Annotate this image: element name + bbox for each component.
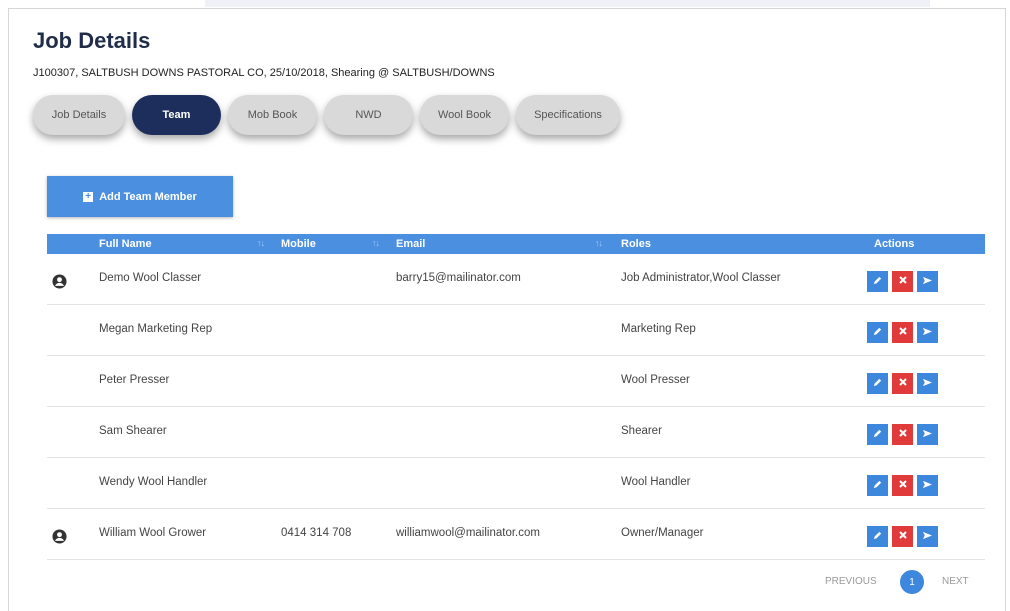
cell-full-name: Megan Marketing Rep xyxy=(99,323,213,335)
cell-full-name: Demo Wool Classer xyxy=(99,272,202,284)
row-actions xyxy=(867,271,938,292)
close-icon xyxy=(898,428,908,441)
user-circle-icon xyxy=(52,529,67,544)
pencil-icon xyxy=(872,530,883,544)
row-actions xyxy=(867,424,938,445)
edit-button[interactable] xyxy=(867,271,888,292)
cell-roles: Wool Handler xyxy=(621,476,691,488)
pencil-icon xyxy=(872,377,883,391)
tab-nwd[interactable]: NWD xyxy=(324,95,413,135)
edit-button[interactable] xyxy=(867,373,888,394)
table-header: Full Name ↑↓ Mobile ↑↓ Email ↑↓ Roles Ac… xyxy=(47,234,985,254)
sort-icon[interactable]: ↑↓ xyxy=(595,238,603,248)
pencil-icon xyxy=(872,326,883,340)
add-team-member-button[interactable]: + Add Team Member xyxy=(47,176,233,217)
edit-button[interactable] xyxy=(867,526,888,547)
pencil-icon xyxy=(872,479,883,493)
cell-full-name: Peter Presser xyxy=(99,374,170,386)
send-invite-button[interactable] xyxy=(917,475,938,496)
send-invite-button[interactable] xyxy=(917,373,938,394)
pencil-icon xyxy=(872,275,883,289)
pagination: PREVIOUS 1 NEXT xyxy=(825,570,985,594)
table-row: William Wool Grower 0414 314 708 williamwo… xyxy=(47,509,985,560)
sort-icon[interactable]: ↑↓ xyxy=(257,238,265,248)
send-icon xyxy=(922,479,933,493)
table-row: Demo Wool Classer barry15@mailinator.com J… xyxy=(47,254,985,305)
edit-button[interactable] xyxy=(867,322,888,343)
header-full-name[interactable]: Full Name xyxy=(99,238,152,250)
send-invite-button[interactable] xyxy=(917,322,938,343)
tab-job-details[interactable]: Job Details xyxy=(33,95,125,135)
close-icon xyxy=(898,377,908,390)
delete-button[interactable] xyxy=(892,271,913,292)
job-summary: J100307, SALTBUSH DOWNS PASTORAL CO, 25/… xyxy=(33,67,495,79)
page-title: Job Details xyxy=(33,28,151,53)
cell-roles: Shearer xyxy=(621,425,662,437)
row-actions xyxy=(867,322,938,343)
cell-email: barry15@mailinator.com xyxy=(396,272,521,284)
header-mobile[interactable]: Mobile xyxy=(281,238,316,250)
edit-button[interactable] xyxy=(867,424,888,445)
send-icon xyxy=(922,275,933,289)
previous-page-link[interactable]: PREVIOUS xyxy=(825,576,877,587)
cell-roles: Owner/Manager xyxy=(621,527,704,539)
table-row: Megan Marketing Rep Marketing Rep xyxy=(47,305,985,356)
close-icon xyxy=(898,530,908,543)
send-invite-button[interactable] xyxy=(917,526,938,547)
send-icon xyxy=(922,326,933,340)
row-actions xyxy=(867,475,938,496)
row-actions xyxy=(867,373,938,394)
header-actions: Actions xyxy=(874,238,915,250)
delete-button[interactable] xyxy=(892,424,913,445)
pencil-icon xyxy=(872,428,883,442)
header-roles[interactable]: Roles xyxy=(621,238,651,250)
send-icon xyxy=(922,428,933,442)
table-row: Wendy Wool Handler Wool Handler xyxy=(47,458,985,509)
delete-button[interactable] xyxy=(892,322,913,343)
close-icon xyxy=(898,275,908,288)
header-email[interactable]: Email xyxy=(396,238,425,250)
page-number-button[interactable]: 1 xyxy=(900,570,924,594)
cell-roles: Marketing Rep xyxy=(621,323,696,335)
cell-roles: Wool Presser xyxy=(621,374,690,386)
row-actions xyxy=(867,526,938,547)
delete-button[interactable] xyxy=(892,475,913,496)
team-table-body: Demo Wool Classer barry15@mailinator.com J… xyxy=(47,254,985,560)
add-team-member-label: Add Team Member xyxy=(99,190,197,203)
delete-button[interactable] xyxy=(892,526,913,547)
cell-mobile: 0414 314 708 xyxy=(281,527,352,539)
cell-full-name: Sam Shearer xyxy=(99,425,167,437)
sort-icon[interactable]: ↑↓ xyxy=(372,238,380,248)
tab-wool-book[interactable]: Wool Book xyxy=(420,95,509,135)
send-invite-button[interactable] xyxy=(917,271,938,292)
delete-button[interactable] xyxy=(892,373,913,394)
send-invite-button[interactable] xyxy=(917,424,938,445)
tab-mob-book[interactable]: Mob Book xyxy=(228,95,317,135)
cell-email: williamwool@mailinator.com xyxy=(396,527,540,539)
top-strip xyxy=(0,0,1010,8)
send-icon xyxy=(922,377,933,391)
send-icon xyxy=(922,530,933,544)
plus-square-icon: + xyxy=(83,191,94,202)
next-page-link[interactable]: NEXT xyxy=(942,576,969,587)
tab-specifications[interactable]: Specifications xyxy=(516,95,620,135)
table-row: Peter Presser Wool Presser xyxy=(47,356,985,407)
cell-roles: Job Administrator,Wool Classer xyxy=(621,272,781,284)
tab-bar: Job Details Team Mob Book NWD Wool Book … xyxy=(33,95,620,135)
close-icon xyxy=(898,326,908,339)
user-circle-icon xyxy=(52,274,67,289)
table-row: Sam Shearer Shearer xyxy=(47,407,985,458)
edit-button[interactable] xyxy=(867,475,888,496)
close-icon xyxy=(898,479,908,492)
cell-full-name: William Wool Grower xyxy=(99,527,207,539)
cell-full-name: Wendy Wool Handler xyxy=(99,476,208,488)
top-strip-segment xyxy=(205,0,930,7)
tab-team[interactable]: Team xyxy=(132,95,221,135)
